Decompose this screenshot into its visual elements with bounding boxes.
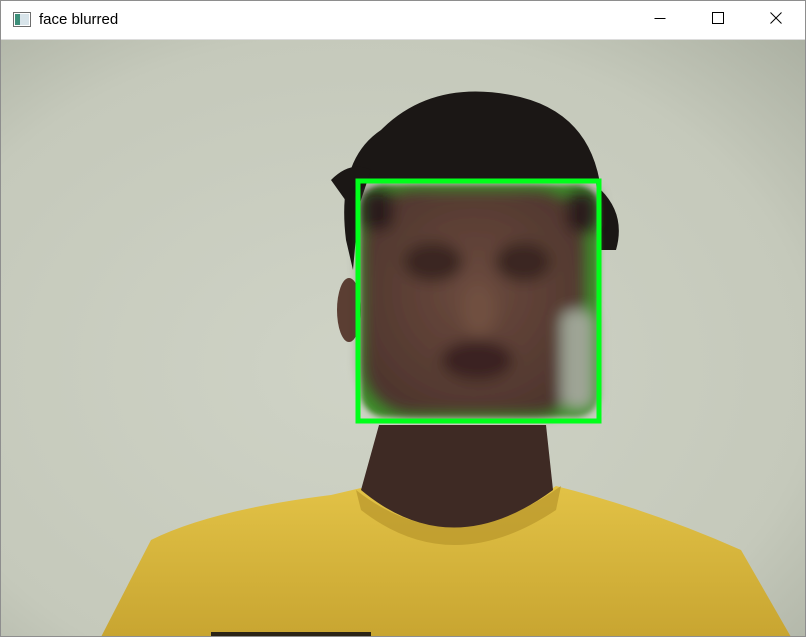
title-bar[interactable]: face blurred [1,1,805,39]
minimize-icon [654,11,666,29]
video-frame [1,40,805,636]
minimize-button[interactable] [631,1,689,39]
close-icon [770,11,782,29]
webcam-image [1,40,805,636]
opencv-window-icon [13,12,31,27]
blurred-face [361,190,597,414]
shirt-print [211,632,371,636]
window-title: face blurred [39,11,119,28]
maximize-button[interactable] [689,1,747,39]
app-window: face blurred [0,0,806,637]
close-button[interactable] [747,1,805,39]
maximize-icon [712,11,724,29]
